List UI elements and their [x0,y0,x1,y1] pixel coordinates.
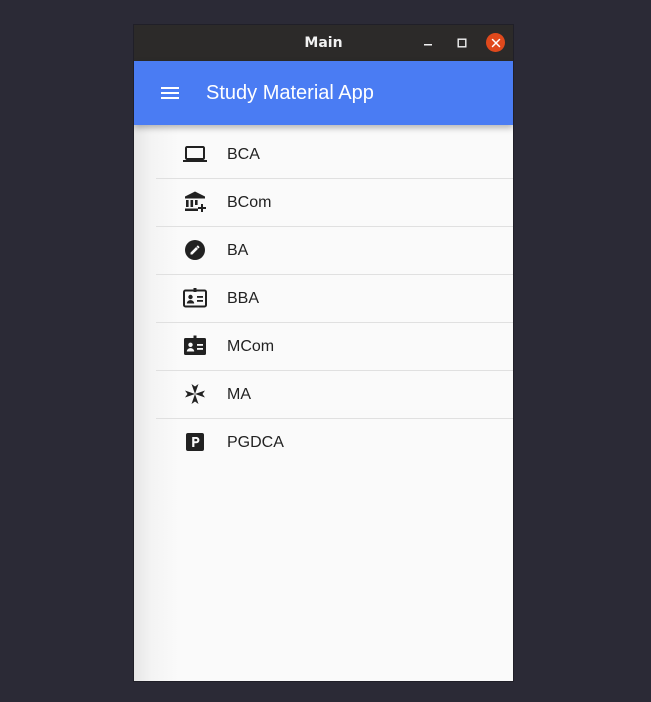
minimize-button[interactable] [418,33,438,53]
maltese-cross-icon [185,384,205,404]
list-item-label: BA [227,242,249,259]
maximize-icon [457,38,467,48]
minimize-icon [424,44,432,46]
course-list-panel: BCA BCom BA BBA MCom MA PGDCA [134,125,513,681]
list-item-label: BCom [227,194,272,211]
maximize-button[interactable] [452,33,472,53]
badge-icon [183,288,207,308]
list-item-ba[interactable]: BA [156,227,513,275]
app-window: Main Study Material App BCA BCom BA BBA … [134,25,513,681]
laptop-icon [183,146,207,162]
list-item-label: PGDCA [227,434,284,451]
list-item-label: BBA [227,290,260,307]
list-item-label: MCom [227,338,275,355]
list-item-mcom[interactable]: MCom [156,323,513,371]
list-item-label: MA [227,386,251,403]
local-parking-icon [186,433,204,451]
account-balance-icon [185,191,206,212]
list-item-bba[interactable]: BBA [156,275,513,323]
list-item-bca[interactable]: BCA [156,131,513,179]
list-item-bcom[interactable]: BCom [156,179,513,227]
course-list: BCA BCom BA BBA MCom MA PGDCA [156,131,513,466]
edit-pencil-icon [185,240,205,260]
app-title: Study Material App [206,82,374,104]
hamburger-menu-icon [161,87,179,99]
list-item-label: BCA [227,146,260,163]
window-titlebar[interactable]: Main [134,25,513,61]
list-item-ma[interactable]: MA [156,371,513,419]
app-bar: Study Material App [134,61,513,125]
close-button[interactable] [486,33,505,52]
list-item-pgdca[interactable]: PGDCA [156,419,513,466]
contact-card-icon [184,335,206,355]
close-icon [491,38,500,47]
menu-button[interactable] [154,77,186,109]
